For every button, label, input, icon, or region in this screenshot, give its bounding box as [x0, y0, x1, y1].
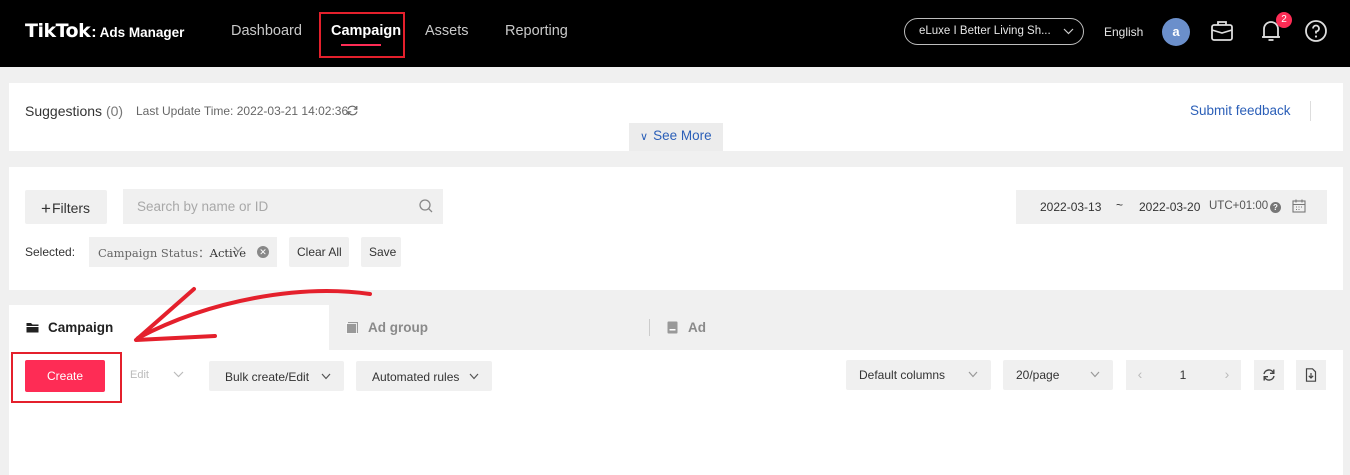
divider	[1310, 101, 1311, 121]
chip-key: Campaign Status：	[98, 246, 210, 260]
plus-icon: +	[41, 199, 51, 218]
avatar[interactable]: a	[1162, 18, 1190, 46]
next-page-button[interactable]: ›	[1213, 360, 1241, 390]
create-highlight-box	[11, 352, 122, 403]
logo-main-text: TikTok	[25, 20, 91, 42]
chevron-down-icon	[1090, 371, 1100, 378]
nav-assets[interactable]: Assets	[425, 23, 469, 39]
see-more-label: See More	[653, 128, 712, 143]
export-button[interactable]	[1296, 360, 1326, 390]
suggestions-label: Suggestions	[25, 103, 103, 119]
chevron-down-icon[interactable]	[233, 246, 243, 253]
top-navigation-bar: TikTok : Ads Manager Dashboard Campaign …	[0, 0, 1350, 67]
folder-icon	[26, 323, 39, 333]
last-update-time: Last Update Time: 2022-03-21 14:02:36	[136, 104, 349, 118]
briefcase-icon[interactable]	[1209, 18, 1235, 44]
see-more-button[interactable]: ∨ See More	[629, 123, 723, 151]
tab-ad-group[interactable]: Ad group	[368, 320, 428, 335]
save-button[interactable]: Save	[361, 237, 401, 267]
campaign-highlight-box	[319, 12, 405, 58]
suggestions-count: (0)	[105, 103, 124, 119]
help-icon[interactable]	[1303, 18, 1329, 44]
filter-panel	[9, 167, 1343, 290]
logo-colon: :	[91, 24, 97, 41]
language-selector[interactable]: English	[1104, 25, 1143, 39]
tab-ad[interactable]: Ad	[688, 320, 706, 335]
per-page-label: 20/page	[1016, 368, 1060, 382]
page-number-input[interactable]: 1	[1153, 360, 1213, 390]
search-input[interactable]	[123, 189, 443, 224]
filters-label: Filters	[51, 200, 91, 216]
automated-label: Automated rules	[372, 370, 460, 384]
chevron-down-icon	[1063, 28, 1074, 35]
double-chevron-down-icon: ∨	[640, 131, 649, 143]
nav-reporting[interactable]: Reporting	[505, 23, 568, 39]
notification-badge: 2	[1276, 12, 1292, 28]
default-columns-dropdown[interactable]: Default columns	[846, 360, 991, 390]
clear-all-button[interactable]: Clear All	[289, 237, 349, 267]
search-icon[interactable]	[418, 198, 434, 214]
refresh-icon	[1263, 369, 1275, 381]
logo-sub-text: Ads Manager	[99, 25, 185, 40]
page-size-dropdown[interactable]: 20/page	[1003, 360, 1113, 390]
columns-label: Default columns	[859, 368, 946, 382]
tab-campaign-label: Campaign	[48, 320, 114, 335]
submit-feedback-link[interactable]: Submit feedback	[1190, 103, 1291, 118]
export-icon	[1305, 368, 1317, 382]
chevron-down-icon	[173, 371, 184, 378]
ad-group-icon	[346, 322, 358, 334]
tab-separator	[649, 319, 650, 336]
filter-chip-campaign-status[interactable]: Campaign Status：Active	[89, 237, 277, 267]
date-separator: ~	[1116, 198, 1124, 212]
selected-label: Selected:	[25, 245, 76, 259]
info-icon[interactable]: ?	[1270, 202, 1281, 213]
date-end: 2022-03-20	[1139, 200, 1201, 214]
refresh-button[interactable]	[1254, 360, 1284, 390]
account-selector[interactable]: eLuxe I Better Living Sh...	[904, 18, 1084, 45]
ad-icon	[667, 321, 678, 334]
tiktok-ads-manager-logo[interactable]: TikTok : Ads Manager	[25, 20, 184, 42]
chevron-down-icon	[968, 371, 978, 378]
automated-rules-dropdown[interactable]: Automated rules	[356, 361, 492, 391]
chevron-down-icon	[469, 373, 479, 380]
timezone: UTC+01:00	[1209, 200, 1269, 212]
close-icon[interactable]: ✕	[257, 246, 269, 258]
refresh-icon[interactable]	[346, 104, 359, 117]
nav-dashboard[interactable]: Dashboard	[231, 23, 302, 39]
account-name: eLuxe I Better Living Sh...	[919, 25, 1051, 37]
prev-page-button[interactable]: ‹	[1126, 360, 1154, 390]
bulk-label: Bulk create/Edit	[225, 370, 310, 384]
edit-button[interactable]: Edit	[130, 369, 149, 381]
date-start: 2022-03-13	[1040, 200, 1102, 214]
bulk-create-edit-dropdown[interactable]: Bulk create/Edit	[209, 361, 344, 391]
suggestions-title: Suggestions (0)	[25, 103, 123, 119]
calendar-icon[interactable]	[1292, 199, 1306, 213]
chevron-down-icon	[321, 373, 331, 380]
filters-button[interactable]: +Filters	[25, 190, 107, 224]
